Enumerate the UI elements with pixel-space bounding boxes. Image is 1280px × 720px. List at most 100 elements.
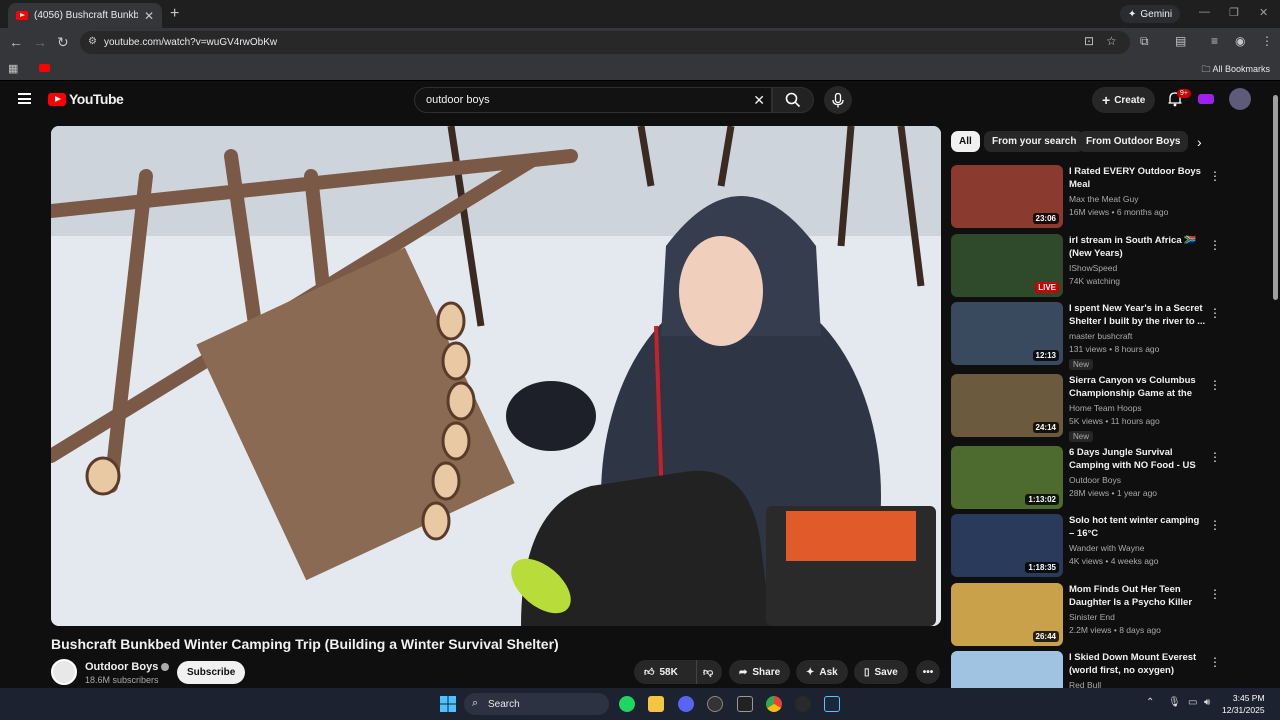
channel-name[interactable]: Outdoor Boys	[85, 661, 170, 673]
dislike-button[interactable]: 👎︎	[696, 660, 722, 684]
reading-list-icon[interactable]: ▤	[1175, 34, 1186, 48]
ask-button[interactable]: ✦ Ask	[796, 660, 848, 684]
tab-close-icon[interactable]: ✕	[144, 9, 154, 23]
recommendation-channel[interactable]: Max the Meat Guy	[1069, 194, 1207, 204]
more-options-icon[interactable]: ⋮	[1209, 655, 1221, 669]
more-actions-button[interactable]: •••	[916, 660, 940, 684]
video-thumbnail[interactable]: 26:44	[951, 583, 1063, 646]
taskbar-clock[interactable]: 3:45 PM 12/31/2025	[1222, 692, 1265, 716]
media-controls-icon[interactable]: ≡	[1211, 34, 1218, 48]
recommendation-title[interactable]: irl stream in South Africa 🇿🇦 (New Years…	[1069, 234, 1207, 260]
more-options-icon[interactable]: ⋮	[1209, 169, 1221, 183]
epic-games-icon[interactable]	[737, 696, 753, 712]
recommendation-channel[interactable]: Wander with Wayne	[1069, 543, 1207, 553]
account-avatar[interactable]	[1229, 88, 1251, 110]
apps-grid-icon[interactable]: ▦	[8, 62, 18, 75]
discord-icon[interactable]	[678, 696, 694, 712]
all-bookmarks-link[interactable]: 🗀 All Bookmarks	[1201, 62, 1270, 78]
forward-icon[interactable]: →	[33, 34, 47, 50]
recommendation-channel[interactable]: Sinister End	[1069, 612, 1207, 622]
browser-menu-icon[interactable]: ⋮	[1261, 34, 1273, 48]
recommendation-title[interactable]: Sierra Canyon vs Columbus Championship G…	[1069, 374, 1207, 400]
search-input[interactable]: outdoor boys ✕	[414, 87, 772, 113]
share-button[interactable]: ➦ Share	[729, 660, 791, 684]
recommendation-title[interactable]: Solo hot tent winter camping – 16°C	[1069, 514, 1207, 540]
install-app-icon[interactable]: ⊡	[1084, 34, 1094, 48]
chip-from-outdoor-boys[interactable]: From Outdoor Boys	[1078, 131, 1189, 152]
taskbar-search[interactable]: ⌕ Search	[464, 693, 609, 715]
save-button[interactable]: ▯ Save	[854, 660, 908, 684]
app2-icon[interactable]	[795, 696, 811, 712]
tray-mic-icon[interactable]: 🎙︎	[1168, 697, 1181, 708]
youtube-bookmark-icon[interactable]	[39, 64, 50, 72]
steam-icon[interactable]	[824, 696, 840, 712]
video-player[interactable]	[51, 126, 941, 626]
recommendation-channel[interactable]: Outdoor Boys	[1069, 475, 1207, 485]
video-thumbnail[interactable]: 23:06	[951, 165, 1063, 228]
more-options-icon[interactable]: ⋮	[1209, 518, 1221, 532]
recommendation-channel[interactable]: IShowSpeed	[1069, 263, 1207, 273]
recommendation-channel[interactable]: Home Team Hoops	[1069, 403, 1207, 413]
video-thumbnail[interactable]: 12:13	[951, 302, 1063, 365]
recommendation-title[interactable]: I Skied Down Mount Everest (world first,…	[1069, 651, 1207, 677]
windows-start-icon[interactable]	[440, 696, 456, 712]
subscribe-button[interactable]: Subscribe	[177, 661, 246, 684]
tray-volume-icon[interactable]: 🔊︎	[1204, 697, 1210, 708]
app-icon[interactable]	[707, 696, 723, 712]
chip-from-your-search[interactable]: From your search	[984, 131, 1085, 152]
youtube-favicon-icon	[16, 11, 28, 20]
gemini-button[interactable]: ✦ Gemini	[1120, 5, 1181, 23]
tray-network-icon[interactable]: ▭	[1188, 697, 1197, 708]
recommendation-item[interactable]: 26:44 Mom Finds Out Her Teen Daughter Is …	[951, 583, 1221, 649]
recommendation-item[interactable]: 24:14 Sierra Canyon vs Columbus Champions…	[951, 374, 1221, 442]
video-thumbnail[interactable]: 1:13:02	[951, 446, 1063, 509]
channel-avatar[interactable]	[51, 659, 77, 685]
page-scrollbar[interactable]	[1271, 81, 1280, 688]
recommendation-title[interactable]: I spent New Year's in a Secret Shelter I…	[1069, 302, 1207, 328]
like-button[interactable]: 👍︎ 58K	[634, 660, 696, 684]
recommendation-item[interactable]: LIVE irl stream in South Africa 🇿🇦 (New Y…	[951, 234, 1221, 300]
premium-icon[interactable]	[1198, 94, 1214, 104]
more-options-icon[interactable]: ⋮	[1209, 238, 1221, 252]
video-thumbnail[interactable]: 24:14	[951, 374, 1063, 437]
more-options-icon[interactable]: ⋮	[1209, 450, 1221, 464]
bookmark-star-icon[interactable]: ☆	[1106, 34, 1117, 48]
youtube-logo[interactable]: YouTube	[48, 91, 124, 107]
search-button[interactable]	[772, 87, 814, 113]
maximize-icon[interactable]: ❐	[1229, 6, 1239, 19]
browser-tab[interactable]: (4056) Bushcraft Bunkbed Wint ✕	[8, 3, 162, 28]
recommendation-title[interactable]: 6 Days Jungle Survival Camping with NO F…	[1069, 446, 1207, 472]
minimize-icon[interactable]: —	[1199, 6, 1210, 18]
chrome-icon[interactable]	[766, 696, 782, 712]
voice-search-button[interactable]	[824, 86, 852, 114]
reload-icon[interactable]: ↻	[57, 34, 69, 51]
video-thumbnail[interactable]: 1:18:35	[951, 514, 1063, 577]
back-icon[interactable]: ←	[9, 34, 23, 50]
clear-search-icon[interactable]: ✕	[753, 92, 765, 109]
scrollbar-thumb[interactable]	[1273, 95, 1278, 300]
recommendation-title[interactable]: I Rated EVERY Outdoor Boys Meal	[1069, 165, 1207, 191]
recommendation-item[interactable]: 23:06 I Rated EVERY Outdoor Boys Meal Max …	[951, 165, 1221, 231]
menu-hamburger-icon[interactable]	[18, 93, 31, 104]
new-tab-icon[interactable]: +	[170, 5, 179, 23]
spotify-icon[interactable]	[619, 696, 635, 712]
address-bar[interactable]: ⚙ youtube.com/watch?v=wuGV4rwObKw	[80, 31, 1130, 54]
extensions-icon[interactable]: ⧉	[1140, 34, 1149, 49]
window-close-icon[interactable]: ✕	[1259, 6, 1268, 19]
recommendation-item[interactable]: 12:13 I spent New Year's in a Secret Shel…	[951, 302, 1221, 370]
recommendation-item[interactable]: 1:13:02 6 Days Jungle Survival Camping wi…	[951, 446, 1221, 512]
create-button[interactable]: + Create	[1092, 87, 1156, 113]
profile-icon[interactable]: ◉	[1235, 34, 1245, 48]
more-options-icon[interactable]: ⋮	[1209, 587, 1221, 601]
more-options-icon[interactable]: ⋮	[1209, 378, 1221, 392]
chevron-right-icon[interactable]: ›	[1197, 134, 1202, 150]
chip-all[interactable]: All	[951, 131, 980, 152]
recommendation-item[interactable]: 1:18:35 Solo hot tent winter camping – 16…	[951, 514, 1221, 580]
tray-chevron-icon[interactable]: ⌃	[1146, 697, 1154, 708]
file-explorer-icon[interactable]	[648, 696, 664, 712]
recommendation-title[interactable]: Mom Finds Out Her Teen Daughter Is a Psy…	[1069, 583, 1207, 609]
recommendation-channel[interactable]: master bushcraft	[1069, 331, 1207, 341]
more-options-icon[interactable]: ⋮	[1209, 306, 1221, 320]
site-info-icon[interactable]: ⚙	[88, 36, 97, 47]
video-thumbnail[interactable]: LIVE	[951, 234, 1063, 297]
